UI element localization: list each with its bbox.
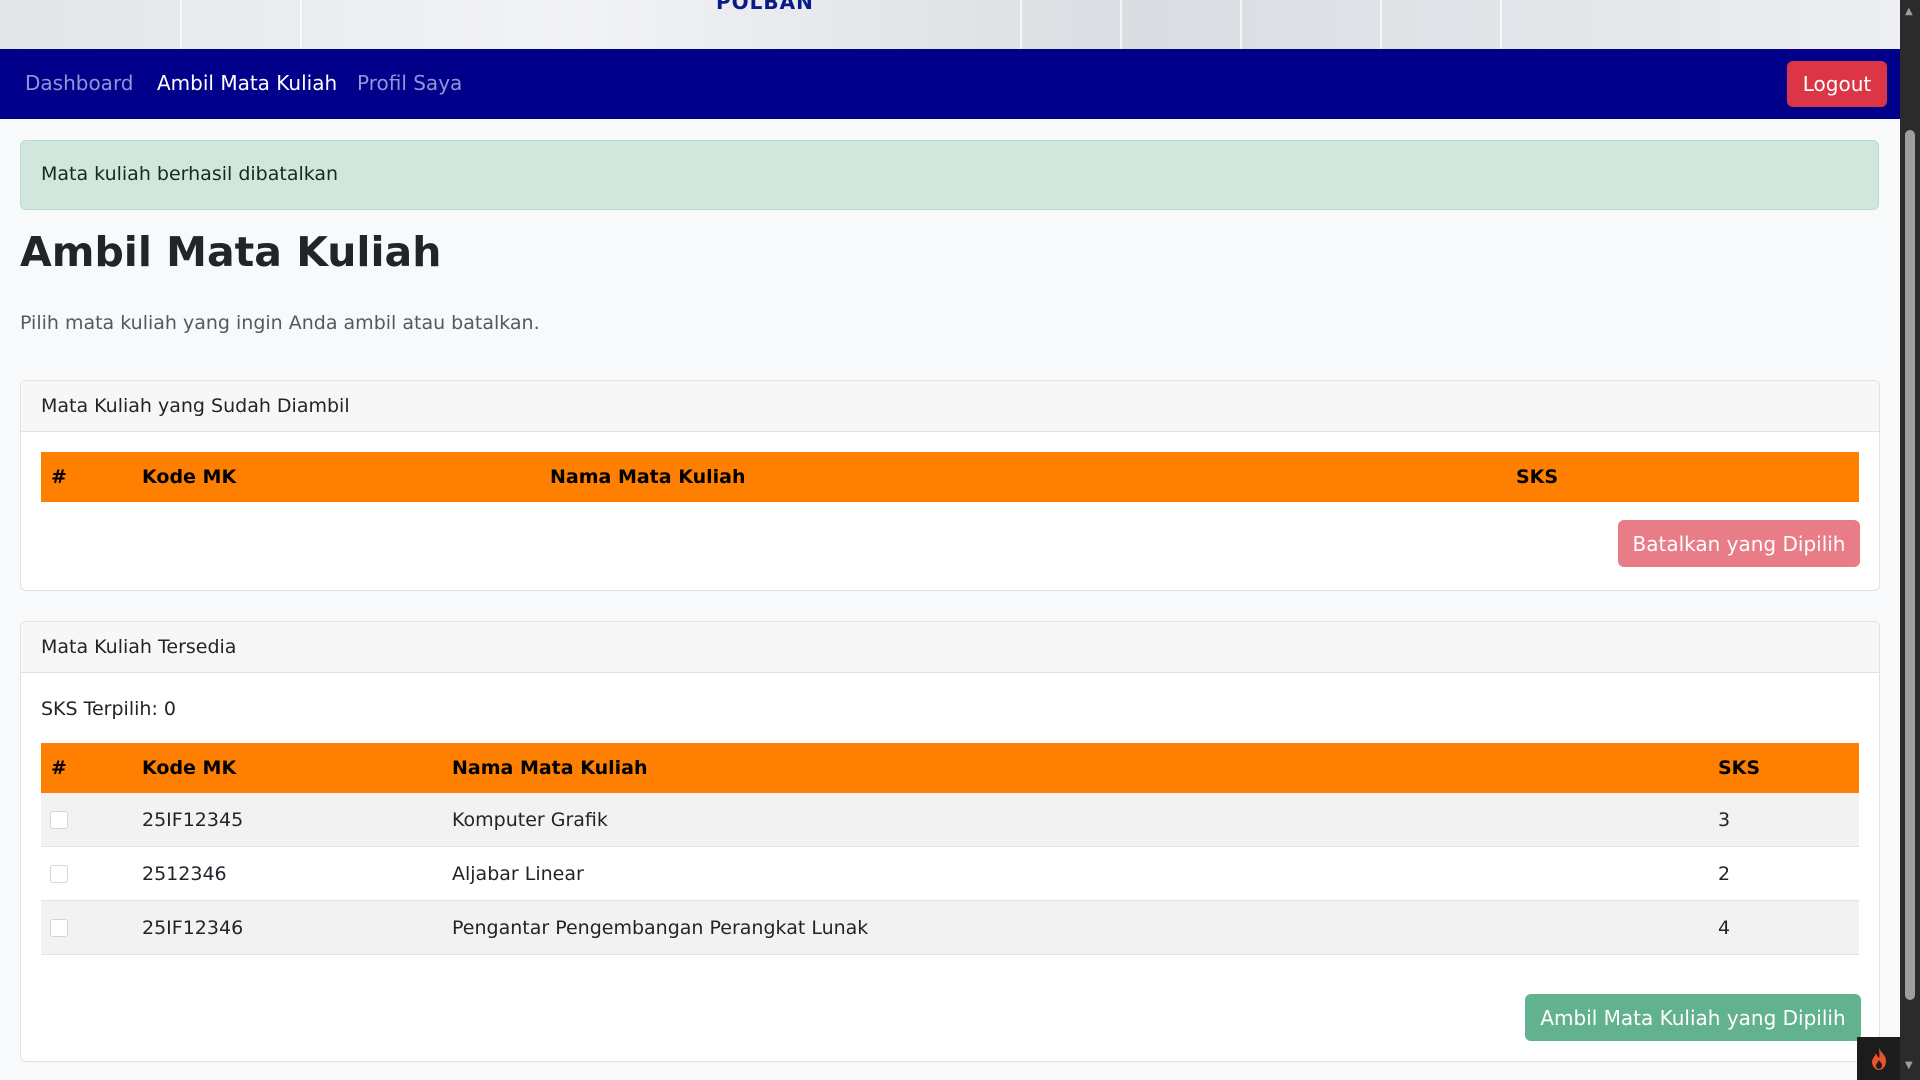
course-code: 25IF12346 (142, 900, 452, 955)
col-number: # (41, 452, 142, 502)
brand-logo-text: POLBAN (716, 0, 814, 14)
navbar: Dashboard Ambil Mata Kuliah Profil Saya … (0, 49, 1900, 119)
header-banner: POLBAN (0, 0, 1900, 49)
available-courses-card: Mata Kuliah Tersedia SKS Terpilih: 0 # K… (20, 621, 1880, 1062)
flame-icon (1871, 1047, 1886, 1070)
scroll-thumb[interactable] (1905, 130, 1915, 1000)
logout-button[interactable]: Logout (1787, 61, 1887, 107)
course-sks: 2 (1718, 846, 1859, 901)
col-number: # (41, 743, 142, 793)
scroll-up-arrow-icon[interactable]: ▲ (1905, 6, 1913, 17)
sks-selected-counter: SKS Terpilih: 0 (41, 698, 176, 720)
take-selected-button[interactable]: Ambil Mata Kuliah yang Dipilih (1525, 994, 1861, 1041)
row-checkbox[interactable] (50, 811, 68, 829)
taken-courses-header: Mata Kuliah yang Sudah Diambil (21, 381, 1879, 432)
flame-widget-button[interactable] (1857, 1037, 1900, 1080)
col-nama-mata-kuliah: Nama Mata Kuliah (452, 743, 1718, 793)
cancel-selected-button[interactable]: Batalkan yang Dipilih (1618, 520, 1860, 567)
available-courses-table: # Kode MK Nama Mata Kuliah SKS 25IF12345… (41, 743, 1859, 955)
course-name: Komputer Grafik (452, 793, 1718, 847)
course-name: Pengantar Pengembangan Perangkat Lunak (452, 900, 1718, 955)
col-kode-mk: Kode MK (142, 743, 452, 793)
course-code: 2512346 (142, 846, 452, 901)
table-row: 25IF12346 Pengantar Pengembangan Perangk… (41, 900, 1859, 955)
taken-courses-table: # Kode MK Nama Mata Kuliah SKS (41, 452, 1859, 502)
course-code: 25IF12345 (142, 793, 452, 847)
nav-dashboard[interactable]: Dashboard (25, 71, 134, 95)
alert-message: Mata kuliah berhasil dibatalkan (41, 163, 339, 185)
col-sks: SKS (1718, 743, 1859, 793)
row-checkbox[interactable] (50, 919, 68, 937)
scroll-down-arrow-icon[interactable]: ▼ (1905, 1060, 1913, 1071)
table-row: 25IF12345 Komputer Grafik 3 (41, 793, 1859, 847)
row-checkbox[interactable] (50, 865, 68, 883)
nav-profil-saya[interactable]: Profil Saya (357, 71, 462, 95)
course-name: Aljabar Linear (452, 846, 1718, 901)
col-sks: SKS (1516, 452, 1859, 502)
col-kode-mk: Kode MK (142, 452, 550, 502)
table-row: 2512346 Aljabar Linear 2 (41, 846, 1859, 901)
success-alert: Mata kuliah berhasil dibatalkan (20, 140, 1879, 210)
taken-courses-card: Mata Kuliah yang Sudah Diambil # Kode MK… (20, 380, 1880, 591)
page-title: Ambil Mata Kuliah (20, 228, 442, 276)
course-sks: 3 (1718, 793, 1859, 847)
course-sks: 4 (1718, 900, 1859, 955)
page-scrollbar[interactable]: ▲ ▼ (1900, 0, 1920, 1080)
col-nama-mata-kuliah: Nama Mata Kuliah (550, 452, 1516, 502)
available-courses-header: Mata Kuliah Tersedia (21, 622, 1879, 673)
page-subtitle: Pilih mata kuliah yang ingin Anda ambil … (20, 312, 540, 334)
nav-ambil-mata-kuliah[interactable]: Ambil Mata Kuliah (157, 71, 337, 95)
